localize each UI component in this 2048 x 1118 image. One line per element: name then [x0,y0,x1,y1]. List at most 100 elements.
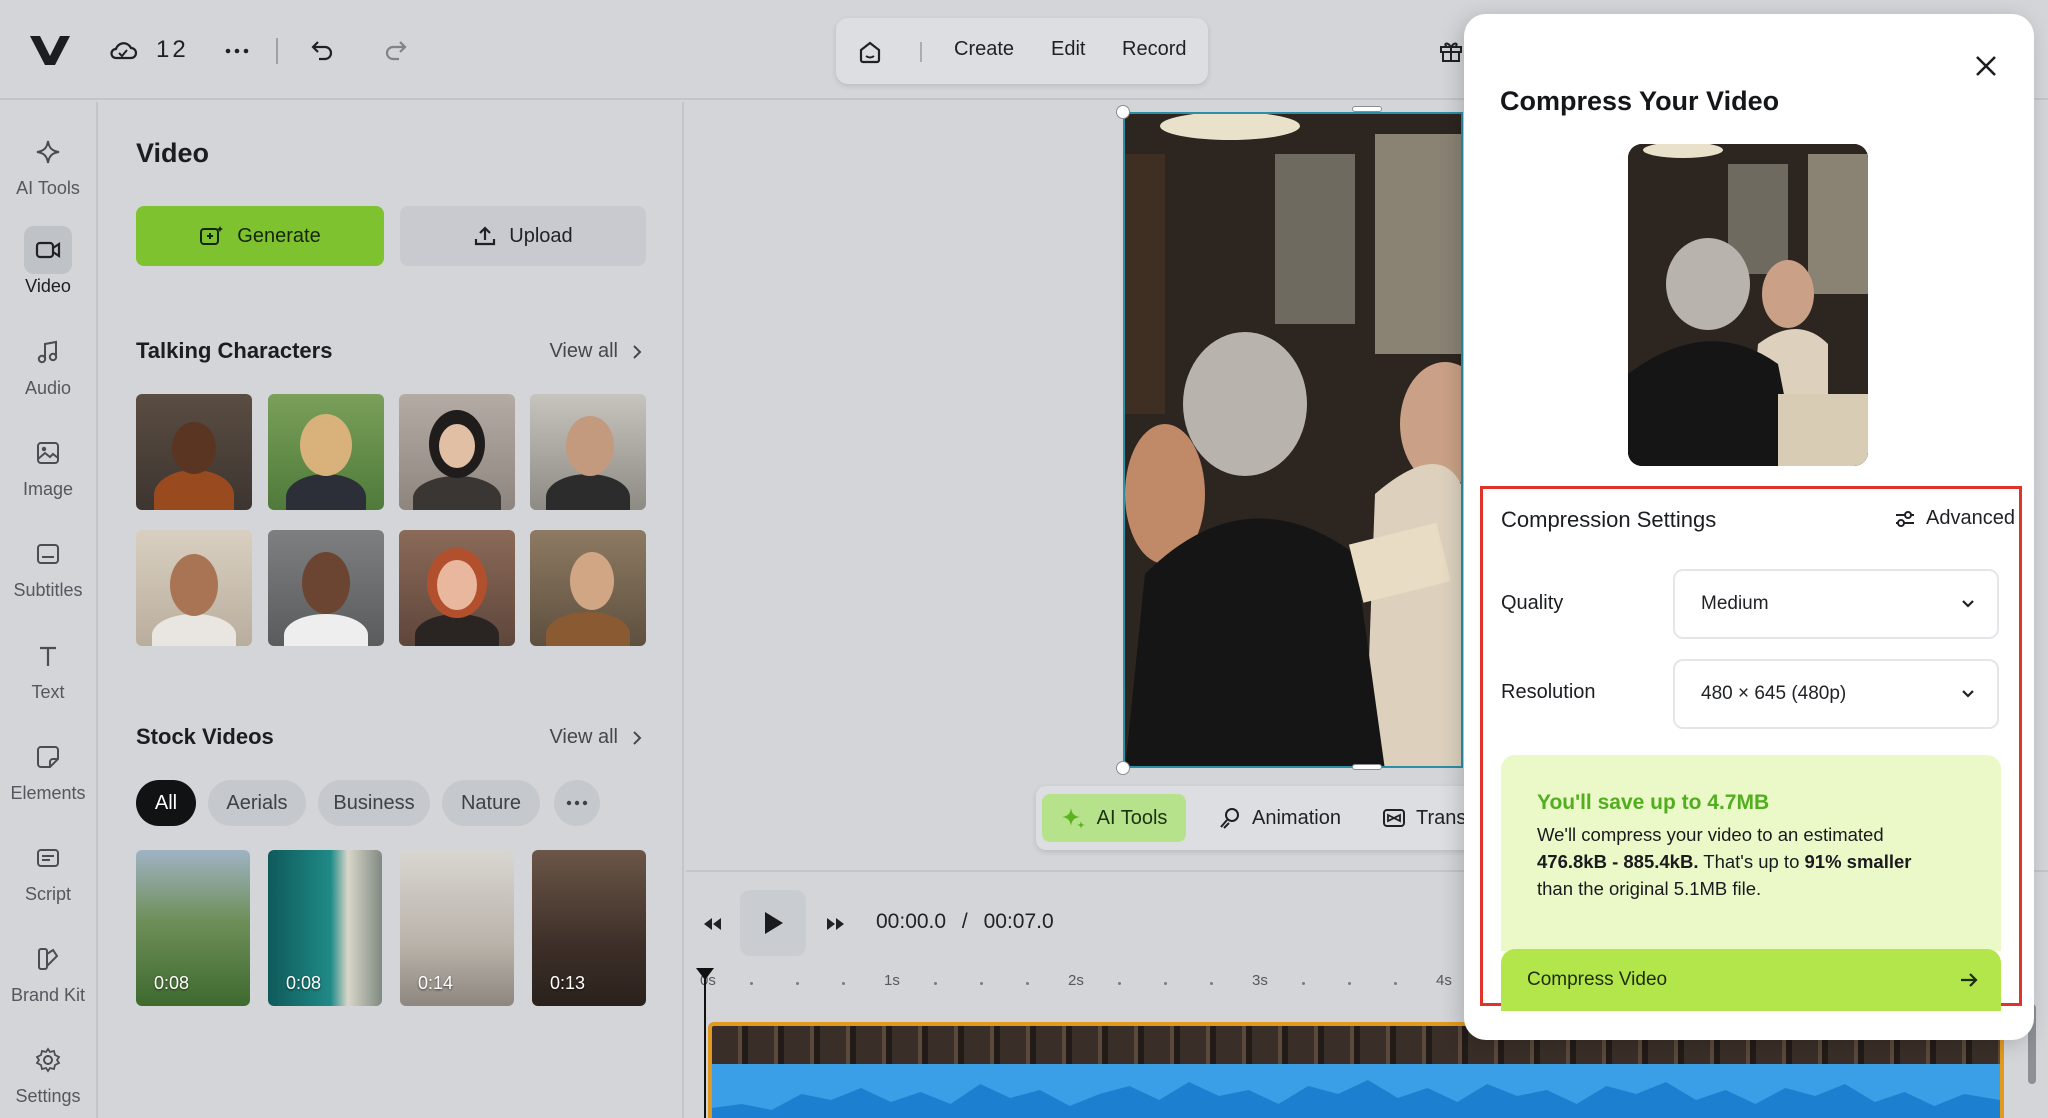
mode-create[interactable]: Create [954,38,1014,61]
rewind-icon [704,918,721,930]
savings-line-3: than the original 5.1MB file. [1537,878,1762,899]
talking-characters-heading: Talking Characters [136,338,333,363]
compress-video-label: Compress Video [1527,969,1668,990]
chip-nature[interactable]: Nature [442,780,540,826]
video-preview-thumbnail [1628,144,1868,466]
advanced-settings-button[interactable]: Advanced [1894,507,2015,530]
arrow-right-icon [1961,973,1978,987]
rail-item-video[interactable]: Video [0,226,96,318]
rail-label: Video [25,276,71,296]
talking-character-8[interactable] [530,530,646,646]
animation-button[interactable]: Animation [1218,794,1341,842]
resolution-select[interactable]: 480 × 645 (480p) [1673,659,1999,729]
talking-character-2[interactable] [268,394,384,510]
redo-icon[interactable] [382,36,412,66]
resize-handle-bottom[interactable] [1352,764,1382,770]
savings-title: You'll save up to 4.7MB [1537,791,1770,814]
transitions-button[interactable]: Trans [1382,794,1466,842]
rail-item-elements[interactable]: Elements [0,733,96,825]
dialog-title: Compress Your Video [1500,86,1780,116]
video-duration: 0:08 [286,973,322,993]
talking-character-4[interactable] [530,394,646,510]
video-canvas[interactable] [1123,112,1463,768]
savings-mid-text: That's up to [1698,851,1805,872]
gift-icon[interactable] [1438,38,1464,64]
chip-aerials[interactable]: Aerials [208,780,306,826]
view-all-label: View all [549,340,618,362]
savings-description: We'll compress your video to an estimate… [1537,821,1977,902]
mode-divider [920,42,922,62]
resolution-label: Resolution [1501,681,1596,703]
chevron-down-icon [1962,600,1974,608]
rail-item-audio[interactable]: Audio [0,328,96,420]
sparkle-icon [1061,808,1085,829]
chip-all[interactable]: All [136,780,196,826]
sticker-icon [24,733,72,781]
rail-item-settings[interactable]: Settings [0,1036,96,1118]
audio-waveform [712,1064,2000,1118]
resize-handle-bottom-left[interactable] [1116,761,1130,775]
compress-video-button[interactable]: Compress Video [1501,949,2001,1011]
stock-video-4[interactable]: 0:13 [532,850,646,1006]
rail-item-script[interactable]: Script [0,834,96,926]
advanced-label: Advanced [1926,507,2015,529]
ruler-label: 3s [1252,972,1268,989]
video-camera-icon [24,226,72,274]
canvas-toolstrip: AI Tools Animation Trans [1036,786,1476,850]
resize-handle-top-left[interactable] [1116,105,1130,119]
stock-videos-heading: Stock Videos [136,724,274,749]
cloud-sync-icon[interactable] [108,38,138,62]
undo-icon[interactable] [306,36,336,66]
chip-business[interactable]: Business [318,780,430,826]
brand-kit-icon [24,935,72,983]
rail-item-ai-tools[interactable]: AI Tools [0,128,96,220]
talking-characters-view-all[interactable]: View all [549,340,642,363]
talking-character-7[interactable] [399,530,515,646]
resolution-value: 480 × 645 (480p) [1701,683,1847,704]
stock-video-2[interactable]: 0:08 [268,850,382,1006]
savings-summary-card: You'll save up to 4.7MB We'll compress y… [1501,755,2001,951]
rail-label: Elements [10,783,86,803]
ai-tools-label: AI Tools [1096,806,1168,829]
playhead-line[interactable] [704,970,706,1118]
talking-character-5[interactable] [136,530,252,646]
mode-edit[interactable]: Edit [1051,38,1085,61]
home-icon[interactable] [856,38,884,66]
video-duration: 0:13 [550,973,586,993]
animation-label: Animation [1252,806,1341,829]
talking-character-3[interactable] [399,394,515,510]
stock-videos-view-all[interactable]: View all [549,726,642,749]
toolbar-divider [276,38,278,64]
rewind-button[interactable] [690,902,734,946]
rail-item-brand-kit[interactable]: Brand Kit [0,935,96,1027]
rail-item-image[interactable]: Image [0,429,96,521]
rail-label: Script [24,884,71,904]
app-logo[interactable] [28,32,72,68]
compress-video-dialog: Compress Your Video Compression Settings… [1464,14,2034,1040]
rail-item-text[interactable]: Text [0,632,96,724]
talking-character-1[interactable] [136,394,252,510]
play-button[interactable] [740,890,806,956]
fast-forward-icon [827,918,844,930]
mode-record[interactable]: Record [1122,38,1186,61]
upload-button[interactable]: Upload [400,206,646,266]
fast-forward-button[interactable] [814,902,858,946]
panel-title: Video [136,138,210,168]
stock-video-3[interactable]: 0:14 [400,850,514,1006]
generate-button[interactable]: Generate [136,206,384,266]
total-time: 00:07.0 [983,910,1054,933]
chevron-right-icon [633,344,642,359]
close-button[interactable] [1966,46,2006,86]
talking-character-6[interactable] [268,530,384,646]
resize-handle-top[interactable] [1352,106,1382,112]
ai-tools-button[interactable]: AI Tools [1042,794,1186,842]
more-options-icon[interactable] [222,36,252,66]
project-number[interactable]: 12 [156,36,189,64]
quality-select[interactable]: Medium [1673,569,1999,639]
rail-label: AI Tools [16,178,80,198]
rail-label: Text [31,682,65,702]
stock-video-1[interactable]: 0:08 [136,850,250,1006]
rail-item-subtitles[interactable]: Subtitles [0,530,96,622]
sparkle-icon [24,128,72,176]
chip-more[interactable] [554,780,600,826]
